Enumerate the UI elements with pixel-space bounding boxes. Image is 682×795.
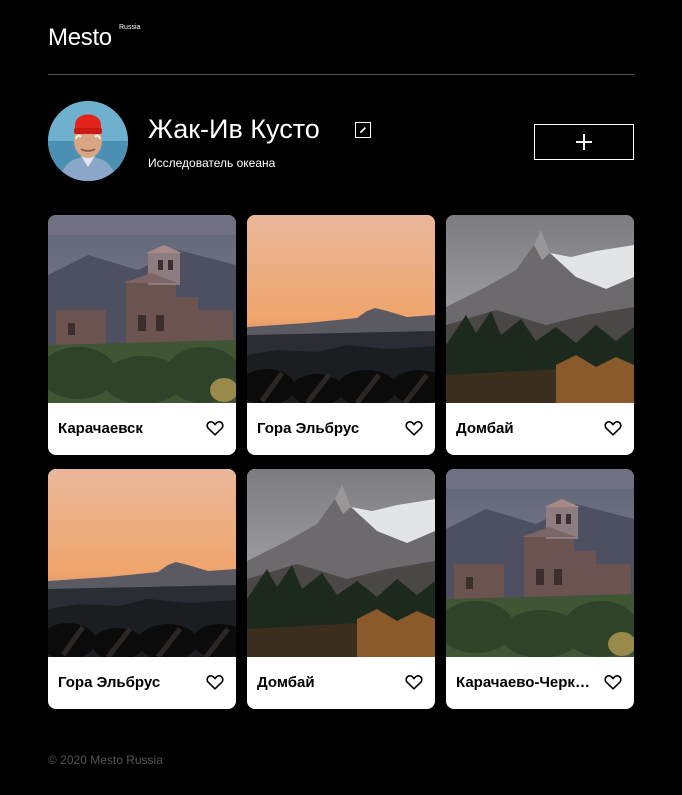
- card-image[interactable]: [446, 469, 634, 657]
- card-title: Домбай: [257, 674, 315, 691]
- card-title: Домбай: [456, 420, 514, 437]
- like-button[interactable]: [604, 674, 622, 690]
- like-button[interactable]: [405, 674, 423, 690]
- like-button[interactable]: [206, 674, 224, 690]
- card: Карачаевск: [48, 215, 236, 455]
- card-image[interactable]: [446, 215, 634, 403]
- card-image[interactable]: [247, 469, 435, 657]
- heart-outline-icon: [604, 674, 622, 690]
- card: Домбай: [446, 215, 634, 455]
- profile-about: Исследователь океана: [148, 156, 276, 170]
- profile: Жак-Ив Кусто Исследователь океана: [48, 101, 634, 183]
- edit-profile-button[interactable]: [355, 122, 371, 138]
- cards-grid: Карачаевск Гора Эльбрус Домбай Гора Эльб…: [48, 215, 634, 709]
- card: Карачаево-Черкесия: [446, 469, 634, 709]
- heart-outline-icon: [604, 420, 622, 436]
- heart-outline-icon: [405, 420, 423, 436]
- add-card-button[interactable]: [534, 124, 634, 160]
- plus-icon: [576, 134, 592, 150]
- card: Гора Эльбрус: [48, 469, 236, 709]
- logo: Mesto: [48, 24, 112, 51]
- profile-name: Жак-Ив Кусто: [148, 114, 320, 144]
- card-image[interactable]: [48, 215, 236, 403]
- like-button[interactable]: [405, 420, 423, 436]
- header: Mesto Russia: [48, 0, 634, 75]
- avatar-image: [48, 101, 128, 181]
- profile-avatar[interactable]: [48, 101, 128, 181]
- like-button[interactable]: [206, 420, 224, 436]
- footer-copyright: © 2020 Mesto Russia: [48, 753, 163, 767]
- page: Mesto Russia Жак-Ив Кусто Исследователь …: [48, 0, 634, 767]
- card-image[interactable]: [48, 469, 236, 657]
- card-title: Карачаево-Черкесия: [456, 674, 596, 691]
- heart-outline-icon: [405, 674, 423, 690]
- pencil-icon: [360, 127, 366, 133]
- card: Гора Эльбрус: [247, 215, 435, 455]
- card: Домбай: [247, 469, 435, 709]
- like-button[interactable]: [604, 420, 622, 436]
- card-title: Гора Эльбрус: [58, 674, 161, 691]
- heart-outline-icon: [206, 674, 224, 690]
- card-title: Гора Эльбрус: [257, 420, 360, 437]
- card-image[interactable]: [247, 215, 435, 403]
- card-title: Карачаевск: [58, 420, 143, 437]
- heart-outline-icon: [206, 420, 224, 436]
- logo-subtitle: Russia: [119, 24, 141, 31]
